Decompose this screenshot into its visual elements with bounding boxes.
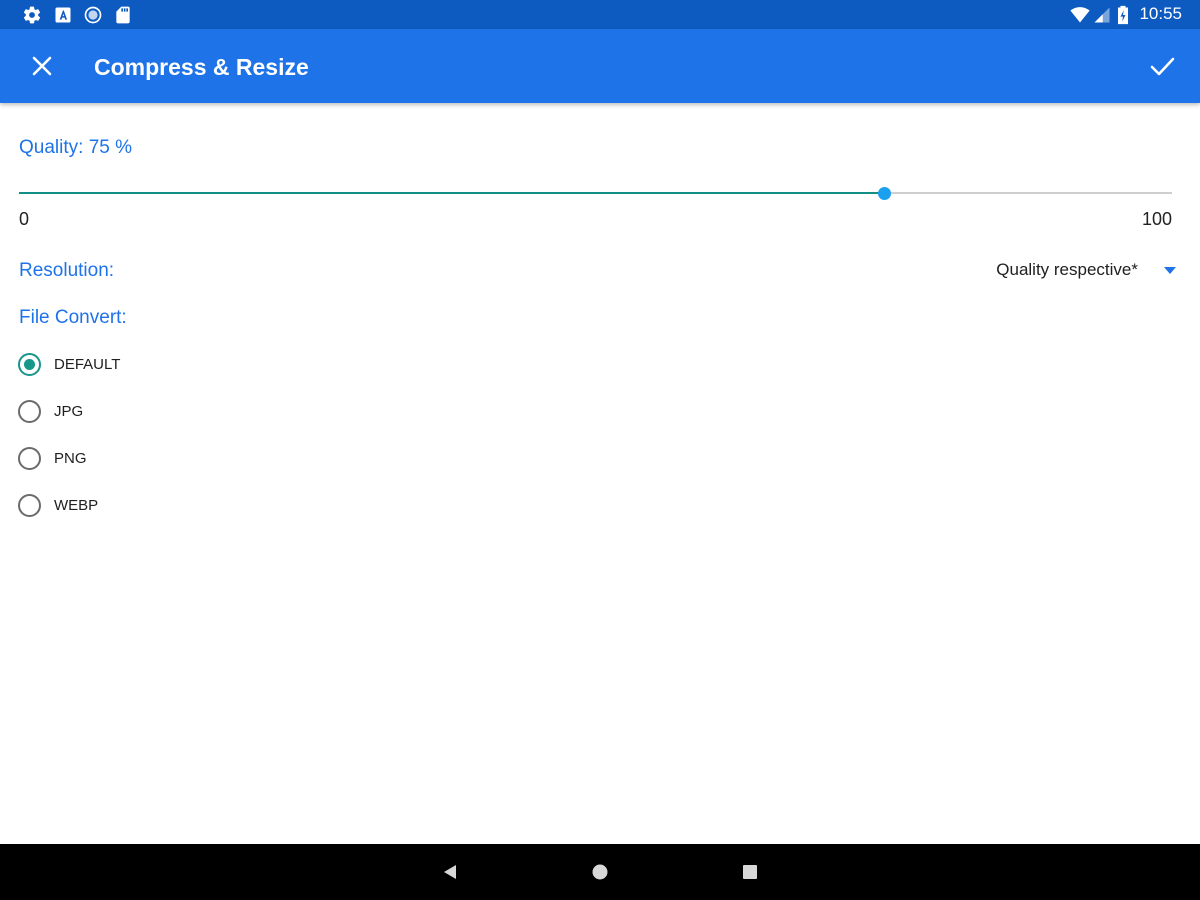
settings-icon [23,6,41,24]
quality-label: Quality: 75 % [19,137,132,158]
radio-option-png[interactable]: PNG [18,444,120,472]
wifi-icon [1070,7,1090,23]
radio-option-default[interactable]: DEFAULT [18,350,120,378]
radio-option-jpg[interactable]: JPG [18,397,120,425]
close-icon [32,56,52,76]
file-convert-label: File Convert: [19,307,127,328]
radio-label: WEBP [54,496,99,514]
status-bar: 10:55 [0,0,1200,29]
slider-thumb[interactable] [877,187,891,200]
app-bar: Compress & Resize [0,29,1200,103]
sync-circle-icon [84,6,102,24]
radio-label: PNG [54,449,87,467]
resolution-dropdown[interactable]: Quality respective* [996,256,1176,284]
radio-label: JPG [54,402,84,420]
recents-button[interactable] [736,858,764,886]
radio-label: DEFAULT [54,355,121,373]
close-button[interactable] [20,44,64,88]
dropdown-arrow-icon [1164,266,1176,274]
page-title: Compress & Resize [94,54,309,80]
home-icon [592,864,608,880]
confirm-button[interactable] [1140,44,1184,88]
radio-button[interactable] [18,352,41,376]
resolution-label: Resolution: [19,260,115,281]
keyboard-a-icon [55,7,71,23]
battery-charging-icon [1118,5,1128,25]
slider-fill [19,192,884,194]
navigation-bar [0,844,1200,900]
recents-icon [743,865,757,879]
back-icon [444,865,456,879]
check-icon [1150,57,1175,76]
file-format-radio-group: DEFAULT JPG PNG WEBP [18,350,120,538]
signal-icon [1094,7,1110,23]
status-time: 10:55 [1139,4,1182,23]
sd-card-icon [116,6,130,24]
back-button[interactable] [436,858,464,886]
radio-button[interactable] [18,493,41,517]
slider-min-label: 0 [19,209,30,229]
radio-button[interactable] [18,446,41,470]
resolution-selected-value: Quality respective* [996,260,1138,279]
radio-button[interactable] [18,399,41,423]
home-button[interactable] [586,858,614,886]
radio-option-webp[interactable]: WEBP [18,491,120,519]
quality-slider[interactable] [19,183,1172,205]
slider-max-label: 100 [1141,209,1172,229]
